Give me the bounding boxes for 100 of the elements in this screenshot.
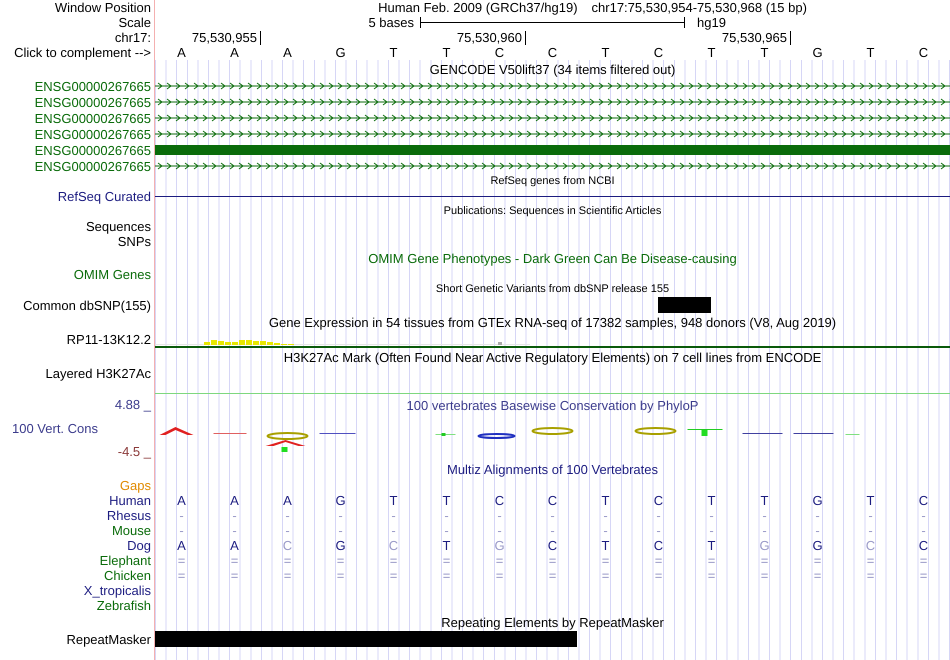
track-label[interactable]: ENSG00000267665 <box>34 96 151 108</box>
base-letter[interactable]: C <box>897 46 950 59</box>
track-label[interactable]: Window Position <box>54 1 151 14</box>
track-title: Repeating Elements by RepeatMasker <box>441 616 664 628</box>
base-letter[interactable]: A <box>208 46 261 59</box>
track-label[interactable]: ENSG00000267665 <box>34 144 151 156</box>
track-label[interactable]: Mouse <box>112 524 151 537</box>
aligned-base: G <box>493 539 506 552</box>
track-label[interactable]: Zebrafish <box>96 599 151 612</box>
aligned-base: T <box>760 494 770 507</box>
track-label[interactable]: Common dbSNP(155) <box>23 298 151 312</box>
aligned-base: = <box>442 569 452 582</box>
track-label[interactable]: ENSG00000267665 <box>34 128 151 140</box>
aligned-base: T <box>388 494 398 507</box>
track-title: Publications: Sequences in Scientific Articles <box>444 206 662 217</box>
base-letter[interactable]: G <box>791 46 844 59</box>
axis-min-label: -4.5 _ <box>118 445 151 458</box>
axis-max-label: 4.88 _ <box>114 398 151 411</box>
aligned-base: C <box>918 539 930 552</box>
track-label[interactable]: SNPs <box>118 235 151 248</box>
aligned-base: - <box>814 524 821 537</box>
aligned-base: = <box>494 554 504 567</box>
assembly-text: Human Feb. 2009 (GRCh37/hg19) <box>378 1 578 14</box>
aligned-base: - <box>337 509 344 522</box>
track-title: Multiz Alignments of 100 Vertebrates <box>446 462 658 476</box>
aligned-base: = <box>548 554 558 567</box>
base-letter[interactable]: T <box>738 46 791 59</box>
track-title: H3K27Ac Mark (Often Found Near Active Regulatory Elements) on 7 cell lines from ENCODE <box>284 350 822 364</box>
track-label[interactable]: ENSG00000267665 <box>34 112 151 124</box>
track-label[interactable]: Scale <box>118 16 151 29</box>
track-label[interactable]: chr17: <box>114 31 151 44</box>
aligned-base: C <box>546 494 558 507</box>
track-label[interactable]: RP11-13K12.2 <box>66 333 151 346</box>
scale-text: 5 bases <box>368 16 414 29</box>
track-label[interactable]: 100 Vert. Cons <box>0 422 98 434</box>
base-letter[interactable]: T <box>579 46 632 59</box>
aligned-base: A <box>229 539 240 552</box>
aligned-base: = <box>336 554 346 567</box>
aligned-base: = <box>654 554 664 567</box>
track-label[interactable]: Sequences <box>86 220 151 233</box>
track-label[interactable]: Dog <box>127 539 151 552</box>
aligned-base: = <box>918 569 928 582</box>
base-letter[interactable]: C <box>632 46 685 59</box>
base-letter[interactable]: T <box>844 46 897 59</box>
aligned-base: = <box>866 554 876 567</box>
track-label[interactable]: Chicken <box>104 569 151 582</box>
aligned-base: - <box>761 509 768 522</box>
aligned-base: T <box>442 539 452 552</box>
track-label[interactable]: RepeatMasker <box>66 632 151 646</box>
track-label[interactable]: Rhesus <box>106 509 151 522</box>
aligned-base: C <box>388 539 400 552</box>
base-letter[interactable]: T <box>685 46 738 59</box>
aligned-base: C <box>282 539 294 552</box>
base-letter[interactable]: G <box>314 46 367 59</box>
aligned-base: - <box>761 524 768 537</box>
aligned-base: = <box>282 554 292 567</box>
aligned-base: = <box>760 554 770 567</box>
aligned-base: A <box>176 539 187 552</box>
aligned-base: T <box>706 539 716 552</box>
aligned-base: = <box>442 554 452 567</box>
position-tick: 75,530,960 <box>456 31 526 45</box>
aligned-base: G <box>334 494 347 507</box>
aligned-base: C <box>494 494 506 507</box>
track-label[interactable]: Click to complement --> <box>14 46 151 59</box>
aligned-base: = <box>176 569 186 582</box>
aligned-base: T <box>600 494 610 507</box>
aligned-base: A <box>176 494 187 507</box>
aligned-base: = <box>706 554 716 567</box>
assembly-name: hg19 <box>697 15 726 30</box>
base-letter[interactable]: C <box>526 46 579 59</box>
track-label[interactable]: OMIM Genes <box>74 268 151 281</box>
aligned-base: C <box>918 494 930 507</box>
track-label[interactable]: Elephant <box>100 554 151 567</box>
track-title: OMIM Gene Phenotypes - Dark Green Can Be Disease-causing <box>368 252 737 264</box>
aligned-base: = <box>866 569 876 582</box>
aligned-base: - <box>920 524 927 537</box>
track-label[interactable]: ENSG00000267665 <box>34 80 151 92</box>
track-label[interactable]: ENSG00000267665 <box>34 160 151 172</box>
aligned-base: G <box>334 539 347 552</box>
base-letter[interactable]: A <box>155 46 208 59</box>
aligned-base: = <box>706 569 716 582</box>
aligned-base: = <box>494 569 504 582</box>
base-letter[interactable]: C <box>473 46 526 59</box>
track-label[interactable]: Human <box>109 494 151 507</box>
position-text[interactable]: chr17:75,530,954-75,530,968 (15 bp) <box>592 1 807 14</box>
aligned-base: - <box>390 509 397 522</box>
aligned-base: - <box>655 524 662 537</box>
base-letter[interactable]: A <box>261 46 314 59</box>
aligned-base: - <box>178 509 185 522</box>
aligned-base: = <box>600 569 610 582</box>
aligned-base: - <box>602 509 609 522</box>
aligned-base: = <box>812 554 822 567</box>
aligned-base: G <box>758 539 771 552</box>
track-label[interactable]: RefSeq Curated <box>58 190 151 203</box>
aligned-base: - <box>337 524 344 537</box>
track-label[interactable]: Layered H3K27Ac <box>45 367 151 380</box>
aligned-base: = <box>812 569 822 582</box>
base-letter[interactable]: T <box>367 46 420 59</box>
track-label[interactable]: X_tropicalis <box>84 584 151 597</box>
base-letter[interactable]: T <box>420 46 473 59</box>
